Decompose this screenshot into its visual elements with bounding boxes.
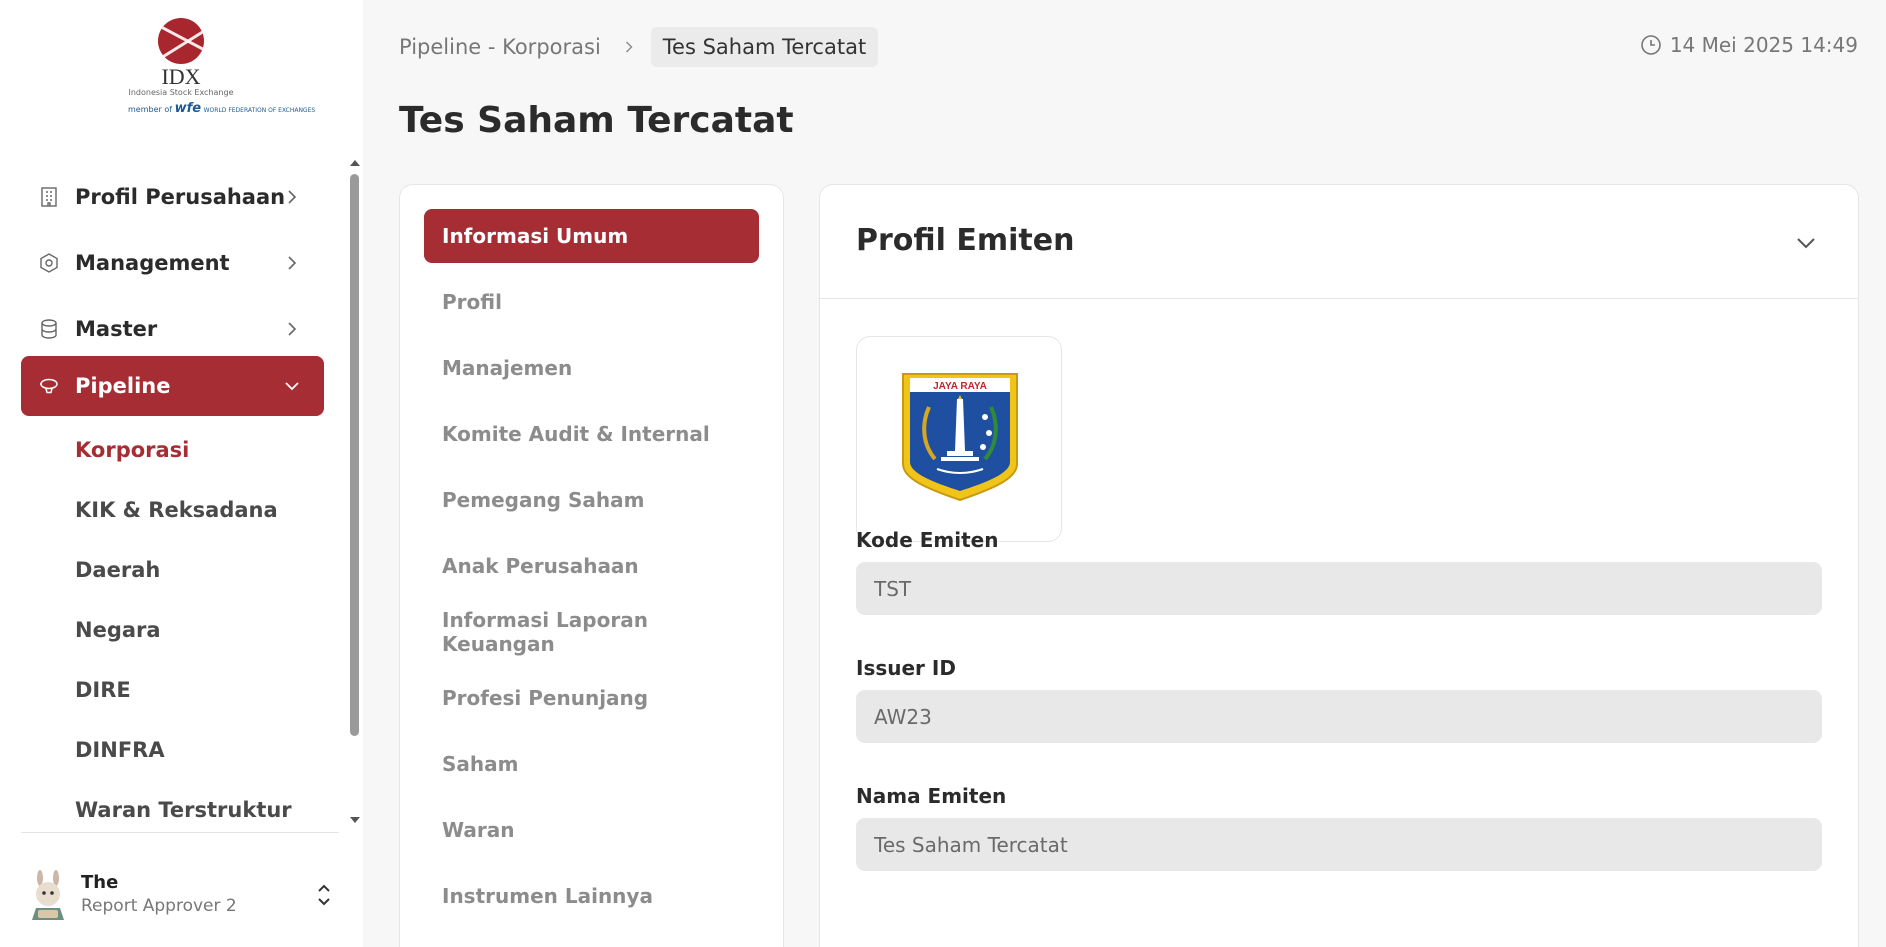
profil-emiten-card: Profil Emiten JAYA RAYA Kode Emiten Issu… <box>819 184 1859 947</box>
sidebar-subitem-dire[interactable]: DIRE <box>75 678 131 702</box>
sidebar-scrollbar-thumb[interactable] <box>350 174 359 736</box>
tab-informasi-umum[interactable]: Informasi Umum <box>424 209 759 263</box>
settings-hexagon-icon <box>39 253 59 273</box>
user-name: The <box>81 872 119 893</box>
sidebar-item-management[interactable]: Management <box>21 233 324 293</box>
sidebar: IDX Indonesia Stock Exchange member of w… <box>0 0 363 947</box>
breadcrumb-link[interactable]: Pipeline - Korporasi <box>399 35 601 59</box>
sidebar-subitem-waran-terstruktur[interactable]: Waran Terstruktur <box>75 798 292 822</box>
tab-saham[interactable]: Saham <box>424 737 759 791</box>
chevron-up-down-icon[interactable] <box>314 880 334 910</box>
sidebar-subitem-kik-reksadana[interactable]: KIK & Reksadana <box>75 498 278 522</box>
tab-informasi-laporan-keuangan[interactable]: Informasi Laporan Keuangan <box>424 605 759 659</box>
sidebar-subitem-dinfra[interactable]: DINFRA <box>75 738 165 762</box>
tab-profesi-penunjang[interactable]: Profesi Penunjang <box>424 671 759 725</box>
company-logo-box: JAYA RAYA <box>856 336 1062 542</box>
chevron-right-icon <box>288 190 297 204</box>
field-label-issuer-id: Issuer ID <box>856 656 956 680</box>
idx-logo[interactable]: IDX Indonesia Stock Exchange member of w… <box>128 16 316 128</box>
user-menu[interactable]: The Report Approver 2 <box>26 866 346 926</box>
database-icon <box>39 319 59 339</box>
clock-icon <box>1641 35 1661 55</box>
sidebar-item-label: Profil Perusahaan <box>75 185 286 209</box>
chevron-right-icon <box>625 41 633 53</box>
sidebar-item-master[interactable]: Master <box>21 299 324 359</box>
sidebar-subitem-daerah[interactable]: Daerah <box>75 558 160 582</box>
breadcrumb: Pipeline - Korporasi Tes Saham Tercatat <box>399 26 879 68</box>
idx-logo-mark <box>158 18 204 64</box>
sidebar-item-pipeline[interactable]: Pipeline <box>21 356 324 416</box>
tab-instrumen-lainnya[interactable]: Instrumen Lainnya <box>424 869 759 923</box>
sidebar-divider <box>21 832 339 833</box>
tab-anak-perusahaan[interactable]: Anak Perusahaan <box>424 539 759 593</box>
chevron-down-icon <box>285 382 299 391</box>
datetime-text: 14 Mei 2025 14:49 <box>1669 33 1858 57</box>
wfe-logo: member of wfe WORLD FEDERATION OF EXCHAN… <box>128 101 316 116</box>
card-title: Profil Emiten <box>856 223 1075 258</box>
sidebar-subitem-negara[interactable]: Negara <box>75 618 161 642</box>
sidebar-item-profil-perusahaan[interactable]: Profil Perusahaan <box>21 167 324 227</box>
sidebar-nav: Profil Perusahaan Management Master Pipe… <box>0 160 350 828</box>
svg-text:JAYA RAYA: JAYA RAYA <box>933 381 987 392</box>
kode-emiten-field[interactable] <box>856 562 1822 615</box>
chevron-right-icon <box>288 256 297 270</box>
chevron-down-icon[interactable] <box>1794 231 1818 255</box>
building-icon <box>39 187 59 207</box>
tab-pemegang-saham[interactable]: Pemegang Saham <box>424 473 759 527</box>
card-header[interactable]: Profil Emiten <box>820 185 1858 299</box>
sidebar-subitem-korporasi[interactable]: Korporasi <box>75 438 189 462</box>
user-role: Report Approver 2 <box>81 896 237 916</box>
field-label-nama-emiten: Nama Emiten <box>856 784 1007 808</box>
company-emblem: JAYA RAYA <box>902 373 1018 502</box>
logo-subtitle: Indonesia Stock Exchange <box>128 88 234 97</box>
sidebar-item-label: Management <box>75 251 230 275</box>
chevron-right-icon <box>288 322 297 336</box>
tab-waran[interactable]: Waran <box>424 803 759 857</box>
sidebar-item-label: Pipeline <box>75 374 171 398</box>
sidebar-item-label: Master <box>75 317 158 341</box>
datetime: 14 Mei 2025 14:49 <box>1640 33 1858 57</box>
logo-name: IDX <box>161 64 201 89</box>
issuer-id-field[interactable] <box>856 690 1822 743</box>
breadcrumb-current: Tes Saham Tercatat <box>650 27 879 67</box>
tab-manajemen[interactable]: Manajemen <box>424 341 759 395</box>
nama-emiten-field[interactable] <box>856 818 1822 871</box>
tab-komite-audit-internal[interactable]: Komite Audit & Internal <box>424 407 759 461</box>
scroll-down-arrow[interactable] <box>350 817 360 823</box>
avatar <box>32 870 64 920</box>
tab-profil[interactable]: Profil <box>424 275 759 329</box>
scroll-up-arrow[interactable] <box>350 160 360 166</box>
page-title: Tes Saham Tercatat <box>399 100 794 141</box>
field-label-kode-emiten: Kode Emiten <box>856 528 999 552</box>
section-tabs-panel: Informasi Umum Profil Manajemen Komite A… <box>399 184 784 947</box>
blimp-icon <box>39 376 59 396</box>
